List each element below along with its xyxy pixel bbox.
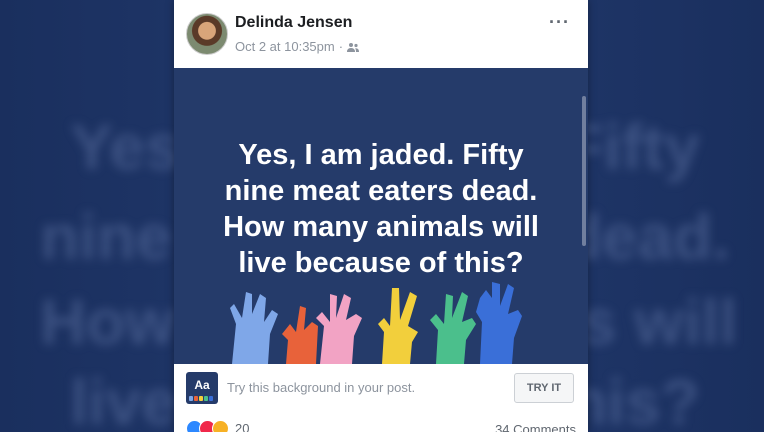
- background-thumbnail[interactable]: Aa: [186, 372, 218, 404]
- comments-count[interactable]: 34 Comments: [495, 422, 576, 432]
- meta-separator: ·: [338, 39, 344, 54]
- hand-blue-icon: [230, 292, 278, 364]
- hand-darkblue-icon: [476, 282, 522, 364]
- thumbnail-label: Aa: [194, 378, 210, 392]
- hand-yellow-icon: [378, 288, 418, 364]
- post-text-line: nine meat eaters dead.: [224, 174, 538, 207]
- hand-pink-icon: [316, 294, 362, 364]
- post-card: Delinda Jensen Oct 2 at 10:35pm · ··· Ye…: [174, 0, 588, 432]
- haha-icon: [212, 420, 229, 432]
- avatar[interactable]: [186, 13, 228, 55]
- hands-illustration: [230, 282, 522, 364]
- friends-icon[interactable]: [347, 42, 360, 52]
- try-background-bar: Aa Try this background in your post. TRY…: [174, 364, 588, 413]
- try-background-prompt: Try this background in your post.: [227, 380, 416, 395]
- scrollbar[interactable]: [582, 96, 586, 246]
- timestamp[interactable]: Oct 2 at 10:35pm: [235, 39, 335, 54]
- post-text-line: Yes, I am jaded. Fifty: [238, 139, 524, 171]
- mini-hands-icon: [189, 396, 213, 401]
- hand-orange-icon: [282, 306, 318, 364]
- post-meta: Oct 2 at 10:35pm ·: [235, 39, 360, 54]
- post-footer: 20 34 Comments: [174, 412, 588, 432]
- reactions-summary[interactable]: 20: [186, 420, 249, 432]
- reaction-count: 20: [235, 421, 250, 432]
- hand-green-icon: [430, 292, 476, 364]
- more-options-icon[interactable]: ···: [549, 12, 570, 33]
- try-it-button[interactable]: TRY IT: [514, 373, 574, 403]
- author-name[interactable]: Delinda Jensen: [235, 14, 352, 32]
- post-header: Delinda Jensen Oct 2 at 10:35pm · ···: [174, 0, 588, 68]
